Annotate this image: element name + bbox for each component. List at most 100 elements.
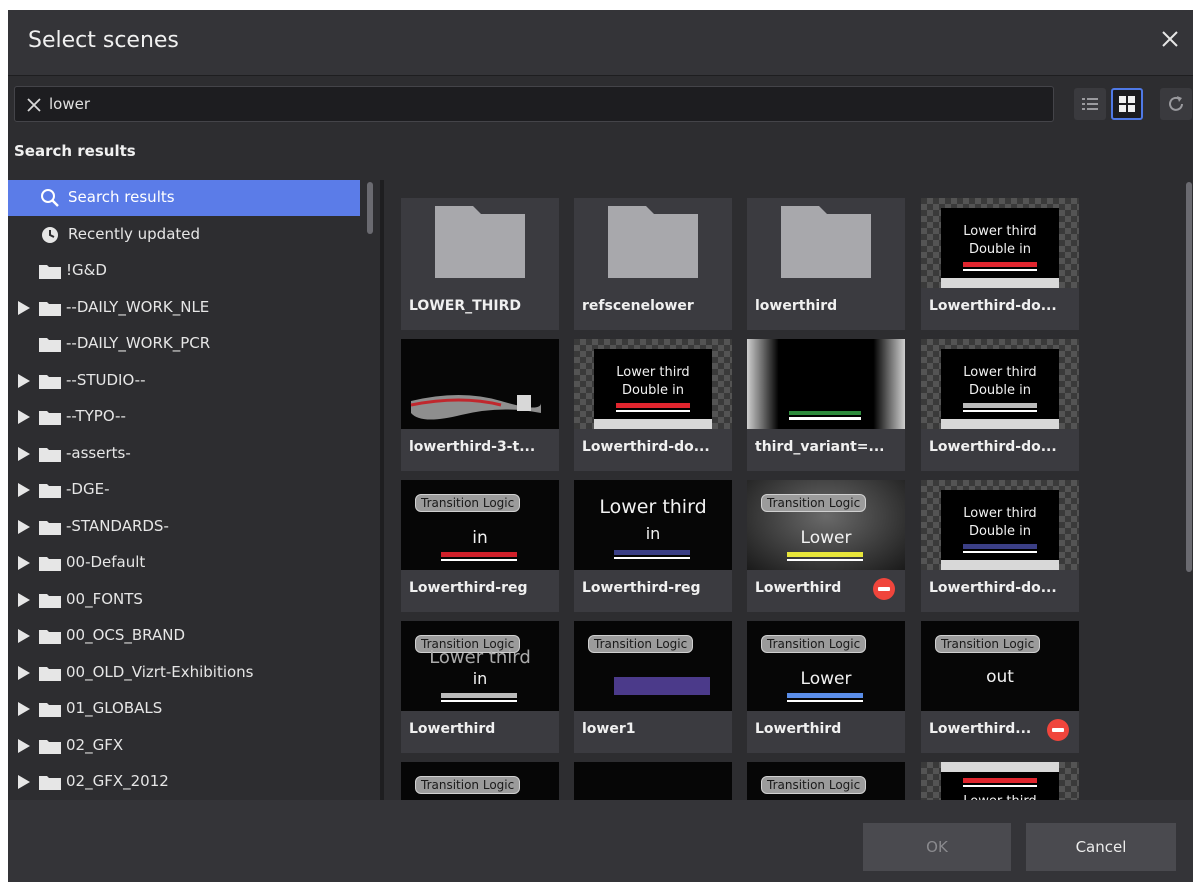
sidebar-item[interactable]: 02_GFX_2012 xyxy=(8,764,360,800)
search-input[interactable] xyxy=(49,91,1039,117)
thumbnail-text: Lower third xyxy=(963,506,1037,521)
scene-tile-label: Lowerthird-do... xyxy=(929,580,1057,596)
scene-tile[interactable]: Lower third xyxy=(921,762,1079,800)
expand-arrow-icon[interactable] xyxy=(18,373,30,388)
scene-thumbnail xyxy=(574,762,732,800)
sidebar-scrollbar[interactable] xyxy=(367,182,373,234)
expand-arrow-icon[interactable] xyxy=(18,446,30,461)
scene-tile-label: refscenelower xyxy=(582,298,694,314)
ok-button[interactable]: OK xyxy=(863,823,1011,871)
sidebar-item[interactable]: 00_FONTS xyxy=(8,582,360,618)
scene-tile[interactable]: Transition Logic Lower Lowerthird xyxy=(747,621,905,753)
lower-third-subbar xyxy=(963,410,1037,412)
lower-third-subbar xyxy=(441,700,517,702)
expand-arrow-icon[interactable] xyxy=(18,592,30,607)
sidebar-item[interactable]: --DAILY_WORK_NLE xyxy=(8,290,360,326)
thumbnail-text: Lower third xyxy=(963,365,1037,380)
folder-icon xyxy=(574,198,732,288)
sidebar-item[interactable]: 02_GFX xyxy=(8,728,360,764)
sidebar-item[interactable]: --TYPO-- xyxy=(8,399,360,435)
thumbnail-text: Double in xyxy=(968,383,1032,398)
folder-icon xyxy=(39,592,61,608)
folder-icon xyxy=(39,336,61,352)
blocked-icon xyxy=(1047,719,1069,741)
expand-arrow-icon[interactable] xyxy=(18,629,30,643)
expand-arrow-icon[interactable] xyxy=(18,483,30,497)
scene-tile[interactable]: Lower third Double in Lowerthird-do... xyxy=(574,339,732,471)
expand-arrow-icon[interactable] xyxy=(18,775,30,789)
scene-tile[interactable]: Lower third in Lowerthird-reg xyxy=(574,480,732,612)
clear-search-icon[interactable] xyxy=(25,96,43,114)
scene-tile[interactable]: Transition Logic in Lowerthird-reg xyxy=(401,480,559,612)
scene-tile-label: third_variant=... xyxy=(755,439,885,455)
sidebar-item[interactable]: Recently updated xyxy=(8,217,360,253)
scene-tile[interactable]: Transition Logic lower1 xyxy=(574,621,732,753)
sidebar-item[interactable]: !G&D xyxy=(8,253,360,289)
refresh-icon[interactable] xyxy=(1160,88,1192,120)
list-view-icon[interactable] xyxy=(1074,88,1106,120)
scene-tile[interactable]: LOWER_THIRD xyxy=(401,198,559,330)
grid-scrollbar[interactable] xyxy=(1186,182,1192,572)
lower-third-bar xyxy=(787,693,863,698)
scene-tile[interactable]: lowerthird-3-t... xyxy=(401,339,559,471)
folder-icon xyxy=(39,519,61,535)
scene-tile[interactable]: Transition Logic xyxy=(747,762,905,800)
sidebar-item[interactable]: Search results xyxy=(8,180,360,216)
scene-tile-label: Lowerthird-do... xyxy=(582,439,710,455)
grid-view-icon[interactable] xyxy=(1111,88,1143,120)
lower-third-subbar xyxy=(787,700,863,702)
sidebar-item[interactable]: -asserts- xyxy=(8,436,360,472)
scene-tile[interactable] xyxy=(574,762,732,800)
scene-preview: Lower third xyxy=(941,772,1059,800)
scene-tile[interactable]: Transition Logic out Lowerthird... xyxy=(921,621,1079,753)
thumbnail-text: in xyxy=(472,669,488,688)
thumbnail-text: in xyxy=(472,528,488,548)
cancel-button[interactable]: Cancel xyxy=(1026,823,1176,871)
folder-icon xyxy=(39,555,61,571)
sidebar-item[interactable]: 00_OLD_Vizrt-Exhibitions xyxy=(8,655,360,691)
scene-thumbnail: Lower third Double in xyxy=(921,480,1079,570)
scene-tile[interactable]: Transition Logic xyxy=(401,762,559,800)
lower-third-bar xyxy=(963,544,1037,549)
sidebar-item[interactable]: --DAILY_WORK_PCR xyxy=(8,326,360,362)
blocked-icon xyxy=(873,578,895,600)
scene-tile[interactable]: Transition Logic Lower third in Lowerthird xyxy=(401,621,559,753)
sidebar-item[interactable]: -STANDARDS- xyxy=(8,509,360,545)
expand-arrow-icon[interactable] xyxy=(18,300,30,315)
sidebar-item-label: --TYPO-- xyxy=(66,407,126,425)
expand-arrow-icon[interactable] xyxy=(18,665,30,680)
transition-logic-badge: Transition Logic xyxy=(588,635,694,653)
sidebar-item-label: --STUDIO-- xyxy=(66,370,146,389)
expand-arrow-icon[interactable] xyxy=(18,519,30,534)
lower-third-bar xyxy=(963,778,1037,783)
scene-tile[interactable]: Transition Logic Lower Lowerthird xyxy=(747,480,905,612)
scene-tile[interactable]: lowerthird xyxy=(747,198,905,330)
expand-arrow-icon[interactable] xyxy=(18,556,30,570)
expand-arrow-icon[interactable] xyxy=(18,410,30,424)
scene-tile[interactable]: Lower third Double in Lowerthird-do... xyxy=(921,339,1079,471)
transition-logic-badge: Transition Logic xyxy=(761,494,867,512)
lower-third-subbar xyxy=(963,785,1037,787)
scene-tile[interactable]: Lower third Double in Lowerthird-do... xyxy=(921,198,1079,330)
sidebar-item-label: Search results xyxy=(68,188,175,206)
sidebar-item[interactable]: --STUDIO-- xyxy=(8,363,360,399)
sidebar-item[interactable]: 00_OCS_BRAND xyxy=(8,618,360,654)
folder-icon xyxy=(39,628,61,644)
sidebar-item[interactable]: 01_GLOBALS xyxy=(8,691,360,727)
scene-thumbnail: Transition Logic Lower third in xyxy=(401,621,559,711)
scene-thumbnail: Lower third Double in xyxy=(574,339,732,429)
scene-tile[interactable]: third_variant=... xyxy=(747,339,905,471)
expand-arrow-icon[interactable] xyxy=(18,702,30,716)
sidebar-item[interactable]: 00-Default xyxy=(8,545,360,581)
expand-arrow-icon[interactable] xyxy=(18,738,30,753)
folder-icon xyxy=(39,446,61,462)
scene-thumbnail: Lower third Double in xyxy=(921,339,1079,429)
scene-tile[interactable]: refscenelower xyxy=(574,198,732,330)
sidebar-item[interactable]: -DGE- xyxy=(8,472,360,508)
thumbnail-text: Lower third xyxy=(963,224,1037,239)
scene-preview: Lower third Double in xyxy=(594,349,712,419)
close-icon[interactable] xyxy=(1157,26,1183,52)
title-bar: Select scenes xyxy=(8,10,1193,76)
scene-tile[interactable]: Lower third Double in Lowerthird-do... xyxy=(921,480,1079,612)
section-label: Search results xyxy=(14,142,136,160)
